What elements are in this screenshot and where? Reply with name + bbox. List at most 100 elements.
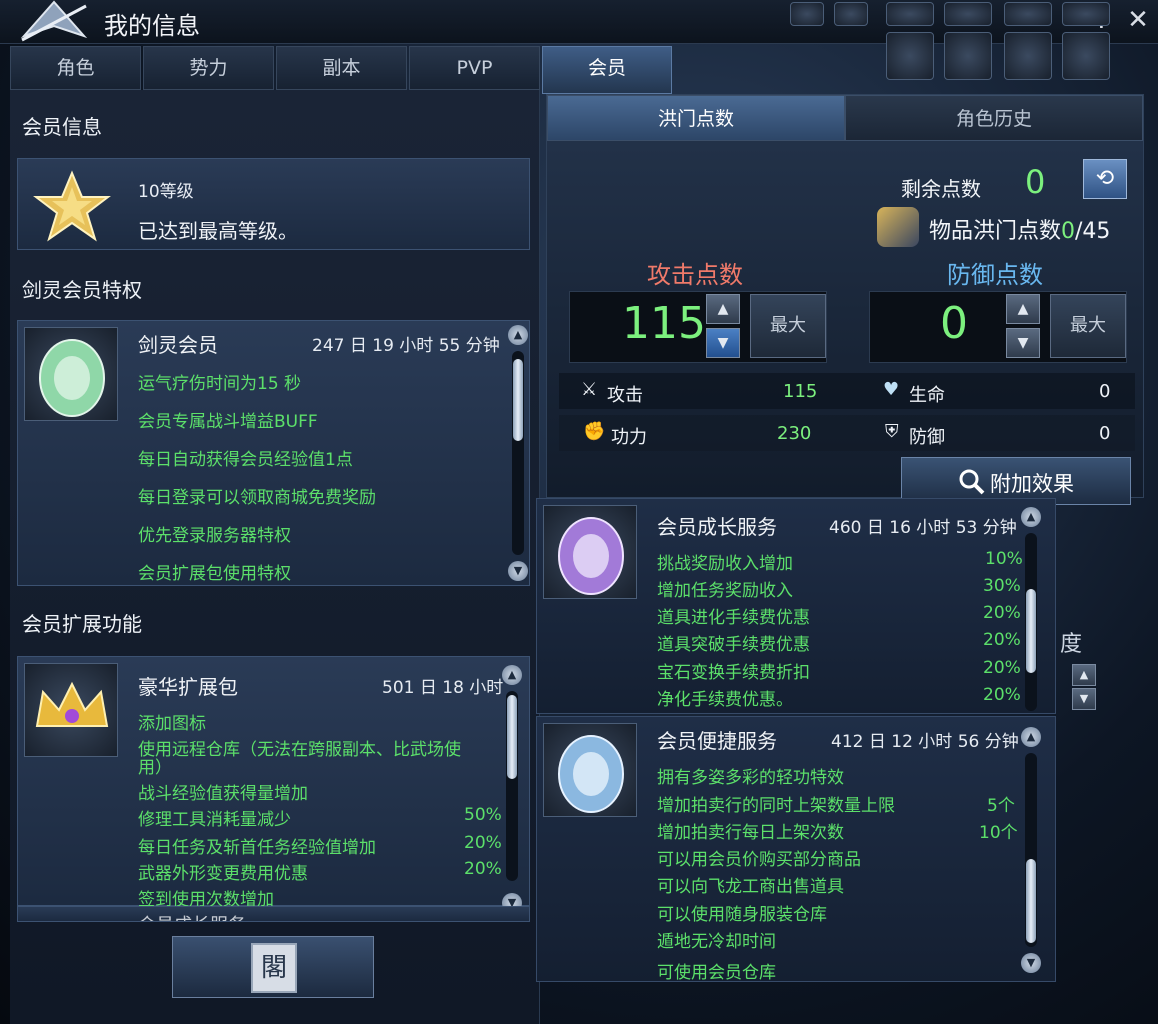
privileges-title: 剑灵会员特权 xyxy=(22,278,142,302)
close-icon[interactable]: ✕ xyxy=(1124,5,1152,35)
attack-max-button[interactable]: 最大 xyxy=(750,294,826,358)
defense-increase-button[interactable]: ▲ xyxy=(1006,294,1040,324)
privilege-item: 运气疗伤时间为15 秒 xyxy=(138,374,302,394)
convenience-item: 增加拍卖行每日上架次数 xyxy=(657,823,844,843)
gold-star-badge-icon xyxy=(33,170,111,242)
power-stat-label: 功力 xyxy=(611,427,647,448)
convenience-item: 可以使用随身服装仓库 xyxy=(657,905,827,925)
tab-membership[interactable]: 会员 xyxy=(542,46,672,94)
scrollbar[interactable] xyxy=(506,691,518,881)
defense-max-button[interactable]: 最大 xyxy=(1050,294,1126,358)
convenience-item: 可以用会员价购买部分商品 xyxy=(657,850,861,870)
convenience-item-value: 5个 xyxy=(987,796,1015,816)
next-service-name: 会员成长服务 xyxy=(138,911,246,921)
shield-icon: ⛨ xyxy=(885,421,899,442)
privilege-item: 会员专属战斗增益BUFF xyxy=(138,412,318,432)
item-points-current: 0 xyxy=(1061,219,1076,244)
next-service-partial: 会员成长服务 xyxy=(17,906,530,922)
growth-item-value: 20% xyxy=(983,603,1021,623)
extension-item-value: 50% xyxy=(464,805,502,825)
shop-seal-icon: 閣 xyxy=(251,943,297,993)
extension-item-value: 20% xyxy=(464,833,502,853)
hp-stat-value: 0 xyxy=(1099,381,1111,402)
reset-icon[interactable]: ⟲ xyxy=(1083,159,1127,199)
privilege-item: 优先登录服务器特权 xyxy=(138,526,291,546)
scroll-item-icon xyxy=(877,207,919,247)
scroll-up-arrow[interactable]: ▲ xyxy=(502,665,522,685)
power-stat-value: 230 xyxy=(777,423,812,444)
background-down-arrow[interactable]: ▼ xyxy=(1072,688,1096,710)
buff-icon xyxy=(886,32,934,80)
convenience-service-duration: 412 日 12 小时 56 分钟 xyxy=(831,732,1019,752)
convenience-item: 可以向飞龙工商出售道具 xyxy=(657,877,844,897)
tab-pvp[interactable]: PVP xyxy=(409,46,540,90)
extension-item: 每日任务及斩首任务经验值增加 xyxy=(138,838,376,858)
scroll-thumb[interactable] xyxy=(1026,859,1036,943)
privilege-item: 每日登录可以领取商城免费奖励 xyxy=(138,488,376,508)
buff-icon xyxy=(1004,32,1052,80)
defense-stat-label: 防御 xyxy=(909,427,945,448)
membership-level-card: 10等级 已达到最高等级。 xyxy=(17,158,530,250)
attack-decrease-button[interactable]: ▼ xyxy=(706,328,740,358)
scroll-up-arrow[interactable]: ▲ xyxy=(508,325,528,345)
scrollbar[interactable] xyxy=(1025,533,1037,711)
skill-icons-strip xyxy=(790,0,1120,90)
hp-stat-label: 生命 xyxy=(909,385,945,406)
purple-seal-icon xyxy=(543,505,637,599)
stats-row-1 xyxy=(559,373,1135,409)
background-up-arrow[interactable]: ▲ xyxy=(1072,664,1096,686)
defense-stat-value: 0 xyxy=(1099,423,1111,444)
scroll-thumb[interactable] xyxy=(1026,589,1036,673)
window-title: 我的信息 xyxy=(104,12,200,40)
scroll-up-arrow[interactable]: ▲ xyxy=(1021,507,1041,527)
extension-item: 战斗经验值获得量增加 xyxy=(138,784,308,804)
defense-points-title: 防御点数 xyxy=(947,261,1043,289)
shop-button[interactable]: 閣 xyxy=(172,936,374,998)
buff-icon xyxy=(1062,2,1110,26)
extension-item-value: 20% xyxy=(464,859,502,879)
scroll-thumb[interactable] xyxy=(507,695,517,779)
extension-item: 武器外形变更费用优惠 xyxy=(138,864,308,884)
buff-icon xyxy=(834,2,868,26)
growth-service-card: 会员成长服务 460 日 16 小时 53 分钟 挑战奖励收入增加 10% 增加… xyxy=(536,498,1056,714)
tab-faction[interactable]: 势力 xyxy=(143,46,274,90)
heart-icon: ♥ xyxy=(883,379,900,400)
growth-service-duration: 460 日 16 小时 53 分钟 xyxy=(829,518,1017,538)
buff-icon xyxy=(1062,32,1110,80)
extension-duration: 501 日 18 小时 xyxy=(382,678,504,698)
points-panel: 洪门点数 角色历史 剩余点数 0 ⟲ 物品洪门点数0/45 攻击点数 防御点数 … xyxy=(546,94,1144,505)
scroll-thumb[interactable] xyxy=(513,359,523,441)
attack-increase-button[interactable]: ▲ xyxy=(706,294,740,324)
power-fist-icon: ✊ xyxy=(583,421,606,442)
privilege-item: 会员扩展包使用特权 xyxy=(138,564,291,584)
scroll-up-arrow[interactable]: ▲ xyxy=(1021,727,1041,747)
defense-points-value: 0 xyxy=(940,298,968,349)
remaining-points-value: 0 xyxy=(1025,163,1046,201)
convenience-item: 拥有多姿多彩的轻功特效 xyxy=(657,768,844,788)
scroll-down-arrow[interactable]: ▼ xyxy=(508,561,528,581)
subtab-character-history[interactable]: 角色历史 xyxy=(845,95,1143,141)
gold-crown-icon xyxy=(24,663,118,757)
buff-icon xyxy=(944,32,992,80)
growth-item-value: 20% xyxy=(983,630,1021,650)
buff-icon xyxy=(944,2,992,26)
convenience-service-name: 会员便捷服务 xyxy=(657,729,777,753)
convenience-service-card: 会员便捷服务 412 日 12 小时 56 分钟 拥有多姿多彩的轻功特效 增加拍… xyxy=(536,716,1056,983)
scroll-down-arrow[interactable]: ▼ xyxy=(1021,953,1041,973)
scrollbar[interactable] xyxy=(512,351,524,555)
tab-character[interactable]: 角色 xyxy=(10,46,141,90)
attack-points-title: 攻击点数 xyxy=(647,261,743,289)
membership-level: 10等级 xyxy=(138,182,194,202)
attack-points-value: 115 xyxy=(622,298,706,349)
extension-item: 使用远程仓库（无法在跨服副本、比武场使 xyxy=(138,740,461,760)
convenience-item: 增加拍卖行的同时上架数量上限 xyxy=(657,796,895,816)
growth-item-value: 20% xyxy=(983,658,1021,678)
item-points-max: /45 xyxy=(1075,219,1111,244)
defense-decrease-button[interactable]: ▼ xyxy=(1006,328,1040,358)
membership-info-title: 会员信息 xyxy=(22,115,102,139)
tab-dungeon[interactable]: 副本 xyxy=(276,46,407,90)
subtab-hongmen-points[interactable]: 洪门点数 xyxy=(547,95,845,141)
scrollbar[interactable] xyxy=(1025,753,1037,947)
buff-icon xyxy=(790,2,824,26)
growth-item: 净化手续费优惠。 xyxy=(657,690,793,710)
